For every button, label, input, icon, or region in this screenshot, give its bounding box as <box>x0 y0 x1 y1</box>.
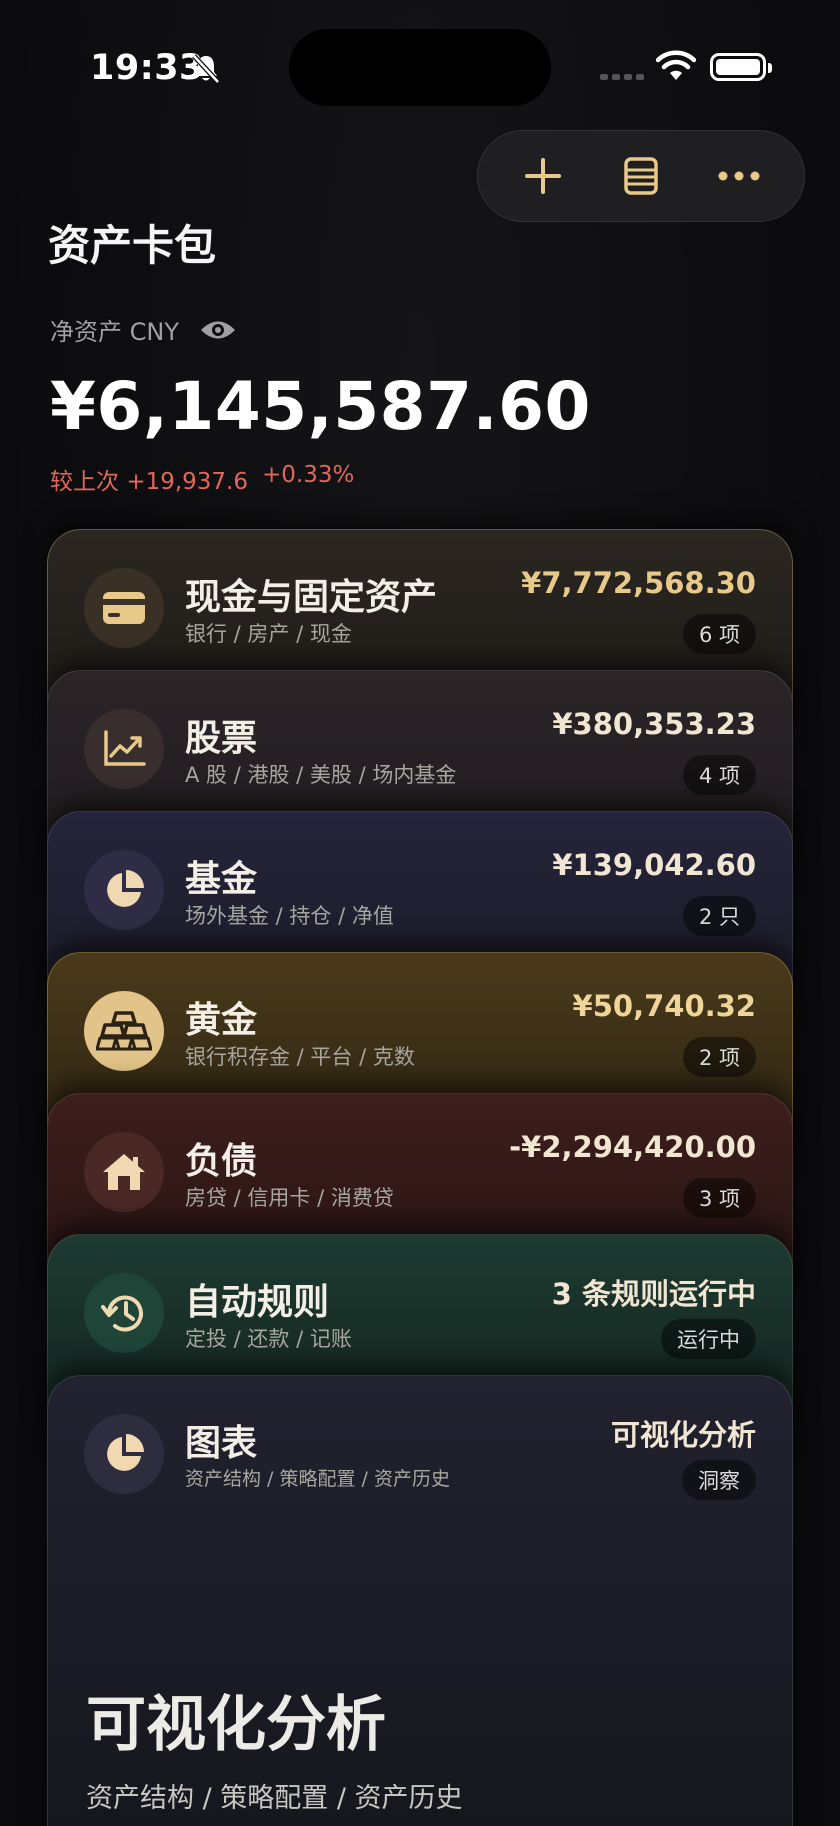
plus-icon <box>525 158 561 194</box>
eye-icon[interactable] <box>199 317 237 343</box>
card-title: 自动规则 <box>185 1282 330 1323</box>
top-toolbar <box>477 130 805 222</box>
list-button[interactable] <box>611 146 671 206</box>
card-subtitle: A 股 / 港股 / 美股 / 场内基金 <box>185 763 457 787</box>
card-count-badge: 4 项 <box>682 755 756 795</box>
page-title: 资产卡包 <box>48 221 217 270</box>
gold-icon-wrap <box>84 991 164 1071</box>
card-subtitle: 银行 / 房产 / 现金 <box>185 622 352 646</box>
wifi-icon <box>656 50 696 80</box>
battery-icon <box>710 53 772 81</box>
add-button[interactable] <box>513 146 573 206</box>
pie-chart-icon <box>107 1434 144 1471</box>
card-subtitle: 场外基金 / 持仓 / 净值 <box>185 904 394 928</box>
pie-chart-icon <box>107 870 144 907</box>
card-count-badge: 2 只 <box>682 896 756 936</box>
fund-icon-wrap <box>84 850 164 930</box>
card-count-badge: 6 项 <box>682 614 756 654</box>
change-percent: +0.33% <box>262 462 355 488</box>
chart-hero-subtitle: 资产结构 / 策略配置 / 资产历史 <box>86 1783 463 1814</box>
status-time: 19:33 <box>90 48 204 88</box>
cellular-signal-icon <box>600 74 644 80</box>
card-title: 现金与固定资产 <box>185 577 438 618</box>
screen: 19:33 资产卡包 净资产 CNY ¥6,145,587.60 较上次 +19… <box>0 0 840 1826</box>
bell-muted-icon <box>192 54 220 84</box>
chart-hero-title: 可视化分析 <box>86 1690 386 1760</box>
card-subtitle: 房贷 / 信用卡 / 消费贷 <box>185 1186 394 1210</box>
house-icon <box>103 1154 145 1190</box>
dynamic-island <box>289 29 551 106</box>
card-title: 黄金 <box>185 1000 258 1041</box>
card-count-badge: 2 项 <box>682 1037 756 1077</box>
card-amount: ¥380,353.23 <box>552 707 756 741</box>
chart-icon-wrap <box>84 1414 164 1494</box>
card-count-badge: 3 项 <box>682 1178 756 1218</box>
card-amount: ¥139,042.60 <box>552 848 756 882</box>
card-title: 负债 <box>185 1141 258 1182</box>
stack-icon <box>624 157 658 195</box>
history-icon <box>101 1295 143 1332</box>
rule-icon-wrap <box>84 1273 164 1353</box>
card-status-badge: 运行中 <box>661 1319 756 1359</box>
card-status-text: 可视化分析 <box>610 1418 756 1452</box>
card-amount: ¥7,772,568.30 <box>521 566 756 600</box>
net-asset-label: 净资产 CNY <box>50 318 179 346</box>
net-asset-label-row: 净资产 CNY <box>50 312 237 347</box>
card-subtitle: 资产结构 / 策略配置 / 资产历史 <box>185 1468 450 1490</box>
net-asset-value: ¥6,145,587.60 <box>50 368 591 445</box>
ellipsis-icon <box>718 171 760 181</box>
card-amount: -¥2,294,420.00 <box>509 1130 756 1164</box>
debt-icon-wrap <box>84 1132 164 1212</box>
card-subtitle: 定投 / 还款 / 记账 <box>185 1327 352 1351</box>
card-charts[interactable]: 图表 资产结构 / 策略配置 / 资产历史 可视化分析 洞察 可视化分析 资产结… <box>47 1375 793 1826</box>
card-amount: ¥50,740.32 <box>572 989 756 1023</box>
card-subtitle: 银行积存金 / 平台 / 克数 <box>185 1045 415 1069</box>
card-title: 基金 <box>185 859 258 900</box>
change-label: 较上次 +19,937.6 <box>50 469 249 495</box>
more-button[interactable] <box>709 146 769 206</box>
gold-bars-icon <box>96 1011 152 1051</box>
net-change-row: 较上次 +19,937.6 +0.33% <box>50 462 354 496</box>
card-insight-badge: 洞察 <box>682 1460 756 1500</box>
card-title: 图表 <box>185 1423 258 1464</box>
trend-chart-icon <box>104 730 146 766</box>
card-title: 股票 <box>185 718 258 759</box>
card-status-text: 3 条规则运行中 <box>551 1277 756 1311</box>
stock-icon-wrap <box>84 709 164 789</box>
card-icon-wrap <box>84 568 164 648</box>
card-icon <box>103 592 145 624</box>
